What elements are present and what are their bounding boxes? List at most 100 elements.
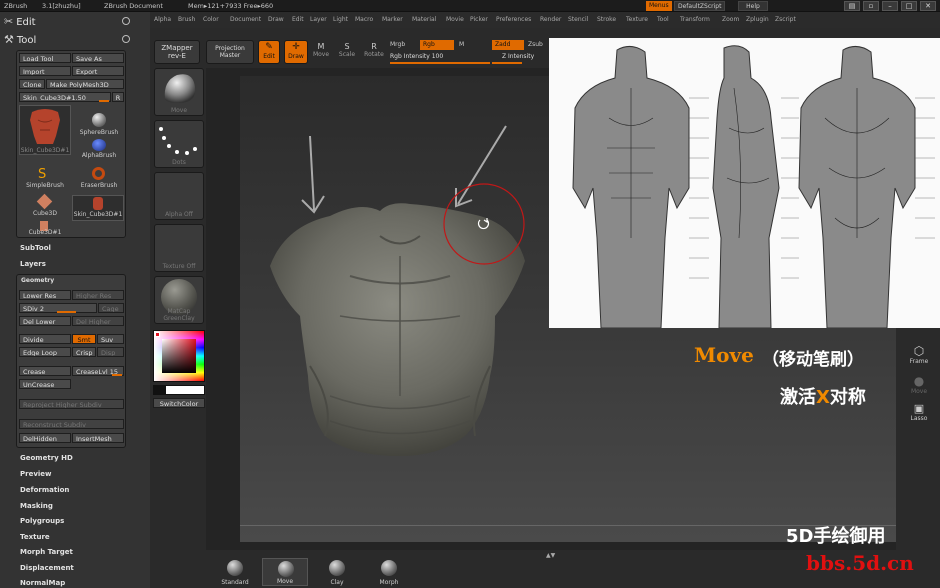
insert-mesh-button[interactable]: InsertMesh: [72, 433, 124, 443]
load-tool-button[interactable]: Load Tool: [19, 53, 71, 63]
menu-render[interactable]: Render: [540, 16, 561, 23]
texture-section[interactable]: Texture: [20, 533, 50, 541]
material-selector[interactable]: MatCap GreenClay: [154, 276, 204, 324]
menu-zplugin[interactable]: Zplugin: [746, 16, 769, 23]
masking-section[interactable]: Masking: [20, 502, 53, 510]
tool-eraserbrush[interactable]: EraserBrush: [75, 167, 123, 193]
main-secondary-swatch[interactable]: [153, 385, 205, 395]
uncrease-button[interactable]: UnCrease: [19, 379, 71, 389]
menu-layer[interactable]: Layer: [310, 16, 327, 23]
displacement-section[interactable]: Displacement: [20, 564, 74, 572]
move-view-button[interactable]: ● Move: [904, 374, 934, 395]
tool-palette-header[interactable]: ⚒ Tool: [4, 33, 36, 46]
close-icon[interactable]: ✕: [920, 1, 936, 11]
normalmap-section[interactable]: NormalMap: [20, 579, 65, 587]
smt-toggle[interactable]: Smt: [72, 334, 96, 344]
morph-brush-button[interactable]: Morph: [366, 558, 412, 586]
maximize-icon[interactable]: □: [901, 1, 917, 11]
menu-color[interactable]: Color: [203, 16, 219, 23]
menu-stroke[interactable]: Stroke: [597, 16, 616, 23]
disp-slider[interactable]: Disp: [97, 347, 124, 357]
import-button[interactable]: Import: [19, 66, 71, 76]
geometry-title[interactable]: Geometry: [21, 277, 54, 284]
mrgb-toggle[interactable]: Mrgb: [390, 41, 405, 48]
del-higher-button[interactable]: Del Higher: [72, 316, 124, 326]
save-as-button[interactable]: Save As: [72, 53, 124, 63]
cage-button[interactable]: Cage: [98, 303, 124, 313]
z-intensity-slider[interactable]: Z Intensity: [502, 53, 534, 60]
texture-selector[interactable]: Texture Off: [154, 224, 204, 272]
deformation-section[interactable]: Deformation: [20, 486, 69, 494]
tool-slider[interactable]: Skin_Cube3D#1.50: [19, 92, 111, 102]
m-toggle[interactable]: M: [459, 41, 464, 48]
edit-pin-icon[interactable]: [122, 17, 130, 25]
default-zscript-button[interactable]: DefaultZScript: [674, 1, 726, 11]
menu-marker[interactable]: Marker: [382, 16, 403, 23]
polygroups-section[interactable]: Polygroups: [20, 517, 64, 525]
subtool-section[interactable]: SubTool: [20, 244, 51, 252]
draw-mode-button[interactable]: ✛ Draw: [284, 40, 308, 64]
make-polymesh-button[interactable]: Make PolyMesh3D: [46, 79, 124, 89]
geometry-hd-section[interactable]: Geometry HD: [20, 454, 73, 462]
layout-icon[interactable]: ▤: [844, 1, 860, 11]
tool-cube3d[interactable]: Cube3D: [19, 193, 71, 221]
color-picker[interactable]: [153, 330, 205, 382]
reconstruct-subdiv-button[interactable]: Reconstruct Subdiv: [19, 419, 124, 429]
minimize-icon[interactable]: –: [882, 1, 898, 11]
menu-edit[interactable]: Edit: [292, 16, 304, 23]
shelf-toggle-arrows[interactable]: ▲▼: [546, 552, 555, 559]
menus-toggle[interactable]: Menus: [646, 1, 672, 11]
menu-preferences[interactable]: Preferences: [496, 16, 531, 23]
menu-texture[interactable]: Texture: [626, 16, 648, 23]
tool-skin-cube3d[interactable]: Skin_Cube3D#1: [72, 195, 124, 221]
zmapper-button[interactable]: ZMapper rev-E: [154, 40, 200, 64]
menu-zoom[interactable]: Zoom: [722, 16, 739, 23]
crease-button[interactable]: Crease: [19, 366, 71, 376]
restore-icon[interactable]: ▫: [863, 1, 879, 11]
crisp-toggle[interactable]: Crisp: [72, 347, 96, 357]
tool-simplebrush[interactable]: S SimpleBrush: [19, 167, 71, 193]
menu-material[interactable]: Material: [412, 16, 436, 23]
del-hidden-button[interactable]: DelHidden: [19, 433, 71, 443]
color-field[interactable]: [162, 339, 196, 373]
menu-document[interactable]: Document: [230, 16, 261, 23]
edge-loop-button[interactable]: Edge Loop: [19, 347, 71, 357]
scale-mode-button[interactable]: S Scale: [336, 42, 358, 58]
menu-macro[interactable]: Macro: [355, 16, 373, 23]
menu-brush[interactable]: Brush: [178, 16, 195, 23]
current-tool-thumb[interactable]: Skin_Cube3D#1: [19, 105, 71, 155]
stroke-selector[interactable]: Dots: [154, 120, 204, 168]
tool-cube3d-1[interactable]: Cube3D#1: [19, 221, 71, 237]
morph-target-section[interactable]: Morph Target: [20, 548, 73, 556]
menu-draw[interactable]: Draw: [268, 16, 284, 23]
menu-stencil[interactable]: Stencil: [568, 16, 588, 23]
clay-brush-button[interactable]: Clay: [314, 558, 360, 586]
zsub-toggle[interactable]: Zsub: [528, 41, 543, 48]
edit-palette-header[interactable]: ✂ Edit: [4, 15, 36, 28]
frame-button[interactable]: ⬡ Frame: [904, 344, 934, 365]
lasso-button[interactable]: ▣ Lasso: [904, 402, 934, 422]
reset-r-button[interactable]: R: [112, 92, 124, 102]
projection-master-button[interactable]: Projection Master: [206, 40, 254, 64]
del-lower-button[interactable]: Del Lower: [19, 316, 71, 326]
rgb-intensity-slider[interactable]: Rgb Intensity 100: [390, 53, 443, 60]
menu-alpha[interactable]: Alpha: [154, 16, 171, 23]
reproject-button[interactable]: Reproject Higher Subdiv: [19, 399, 124, 409]
menu-transform[interactable]: Transform: [680, 16, 710, 23]
preview-section[interactable]: Preview: [20, 470, 52, 478]
menu-movie[interactable]: Movie: [446, 16, 464, 23]
secondary-color-swatch[interactable]: [154, 386, 166, 394]
help-button[interactable]: Help: [738, 1, 768, 11]
divide-button[interactable]: Divide: [19, 334, 71, 344]
rgb-toggle[interactable]: Rgb: [420, 40, 454, 50]
standard-brush-button[interactable]: Standard: [212, 558, 258, 586]
layers-section[interactable]: Layers: [20, 260, 46, 268]
move-brush-button[interactable]: Move: [262, 558, 308, 586]
menu-picker[interactable]: Picker: [470, 16, 488, 23]
export-button[interactable]: Export: [72, 66, 124, 76]
brush-selector[interactable]: Move: [154, 68, 204, 116]
zadd-toggle[interactable]: Zadd: [492, 40, 524, 50]
menu-zscript[interactable]: Zscript: [775, 16, 796, 23]
suv-toggle[interactable]: Suv: [97, 334, 124, 344]
tool-alphabrush[interactable]: AlphaBrush: [77, 139, 121, 163]
